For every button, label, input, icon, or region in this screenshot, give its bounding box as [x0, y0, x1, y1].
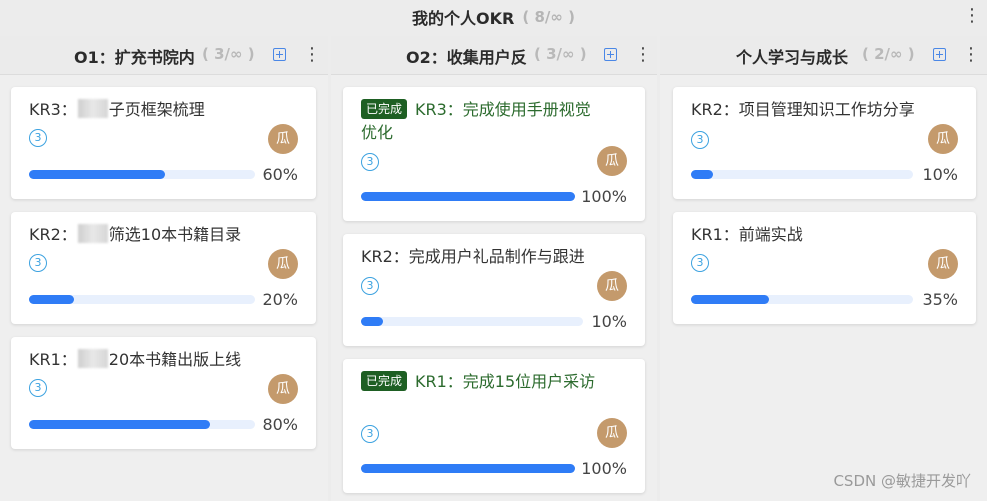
kr-card[interactable]: KR3： 子页框架梳理 3 瓜 60% — [11, 87, 316, 199]
kr-number-icon[interactable]: 3 — [29, 254, 47, 272]
avatar[interactable]: 瓜 — [268, 374, 298, 404]
column-count: ( 3/∞ ) — [534, 45, 587, 63]
kr-card[interactable]: KR1： 20本书籍出版上线 3 瓜 80% — [11, 337, 316, 449]
kr-card[interactable]: 已完成 KR3：完成使用手册视觉优化 3 瓜 100% — [343, 87, 645, 221]
add-kr-icon[interactable] — [933, 48, 946, 61]
kr-title: 已完成 KR1：完成15位用户采访 — [361, 370, 606, 393]
column-count: ( 2/∞ ) — [862, 45, 915, 63]
column-title: O2：收集用户反 — [406, 48, 527, 67]
progress-fill — [361, 192, 575, 201]
redacted-text — [77, 224, 108, 243]
kr-title: KR1： 20本书籍出版上线 — [29, 349, 242, 369]
progress-bar — [361, 192, 575, 201]
avatar[interactable]: 瓜 — [268, 249, 298, 279]
objective-column: O2：收集用户反 ( 3/∞ ) ⋮ 已完成 KR3：完成使用手册视觉优化 3 瓜… — [331, 36, 657, 501]
progress-fill — [29, 420, 210, 429]
watermark: CSDN @敏捷开发吖 — [833, 472, 971, 490]
kr-number-icon[interactable]: 3 — [29, 379, 47, 397]
kr-number-icon[interactable]: 3 — [361, 153, 379, 171]
avatar[interactable]: 瓜 — [268, 124, 298, 154]
avatar[interactable]: 瓜 — [928, 249, 958, 279]
column-title: 个人学习与成长 — [736, 48, 849, 67]
kr-card[interactable]: 已完成 KR1：完成15位用户采访 3 瓜 100% — [343, 359, 645, 493]
column-more-icon[interactable]: ⋮ — [303, 45, 321, 65]
progress-label: 60% — [262, 165, 298, 184]
progress-fill — [361, 317, 384, 326]
progress-label: 20% — [262, 290, 298, 309]
column-more-icon[interactable]: ⋮ — [634, 45, 652, 65]
avatar[interactable]: 瓜 — [597, 271, 627, 301]
completed-badge: 已完成 — [361, 99, 408, 119]
progress-label: 80% — [262, 415, 298, 434]
avatar[interactable]: 瓜 — [928, 124, 958, 154]
avatar[interactable]: 瓜 — [597, 146, 627, 176]
progress-bar — [29, 420, 255, 429]
kr-title: KR2：项目管理知识工作坊分享 — [691, 100, 915, 119]
kr-number-icon[interactable]: 3 — [361, 425, 379, 443]
completed-badge: 已完成 — [361, 371, 408, 391]
kr-title: KR3： 子页框架梳理 — [29, 99, 205, 119]
kr-card[interactable]: KR2：完成用户礼品制作与跟进 3 瓜 10% — [343, 234, 645, 346]
kr-card[interactable]: KR1：前端实战 3 瓜 35% — [673, 212, 976, 324]
column-count: ( 3/∞ ) — [202, 45, 255, 63]
column-header: 个人学习与成长 ( 2/∞ ) ⋮ — [660, 36, 987, 75]
kr-number-icon[interactable]: 3 — [691, 131, 709, 149]
kr-card[interactable]: KR2： 筛选10本书籍目录 3 瓜 20% — [11, 212, 316, 324]
objective-column: O1：扩充书院内 ( 3/∞ ) ⋮ KR3： 子页框架梳理 3 瓜 60% KR… — [0, 36, 328, 501]
progress-label: 10% — [591, 312, 627, 331]
kr-number-icon[interactable]: 3 — [691, 254, 709, 272]
progress-bar — [691, 295, 913, 304]
progress-label: 100% — [581, 459, 627, 478]
kr-number-icon[interactable]: 3 — [361, 277, 379, 295]
kr-title: KR2：完成用户礼品制作与跟进 — [361, 247, 585, 266]
column-title: O1：扩充书院内 — [74, 48, 195, 67]
progress-label: 10% — [922, 165, 958, 184]
progress-fill — [29, 170, 165, 179]
add-kr-icon[interactable] — [273, 48, 286, 61]
progress-label: 100% — [581, 187, 627, 206]
kr-title: KR1：前端实战 — [691, 225, 803, 244]
board-more-icon[interactable]: ⋮ — [963, 6, 981, 26]
column-header: O1：扩充书院内 ( 3/∞ ) ⋮ — [0, 36, 328, 75]
progress-fill — [29, 295, 75, 304]
avatar[interactable]: 瓜 — [597, 418, 627, 448]
kr-number-icon[interactable]: 3 — [29, 129, 47, 147]
progress-label: 35% — [922, 290, 958, 309]
column-more-icon[interactable]: ⋮ — [962, 45, 980, 65]
progress-fill — [691, 170, 714, 179]
kr-title: KR2： 筛选10本书籍目录 — [29, 224, 242, 244]
kr-card[interactable]: KR2：项目管理知识工作坊分享 3 瓜 10% — [673, 87, 976, 199]
redacted-text — [77, 349, 108, 368]
add-kr-icon[interactable] — [604, 48, 617, 61]
board-title: 我的个人OKR — [412, 9, 515, 28]
board-count: ( 8/∞ ) — [522, 8, 575, 26]
redacted-text — [77, 99, 108, 118]
progress-bar — [361, 464, 575, 473]
kr-title: 已完成 KR3：完成使用手册视觉优化 — [361, 99, 591, 142]
progress-fill — [691, 295, 769, 304]
progress-bar — [361, 317, 583, 326]
progress-fill — [361, 464, 575, 473]
progress-bar — [29, 295, 255, 304]
progress-bar — [29, 170, 255, 179]
column-header: O2：收集用户反 ( 3/∞ ) ⋮ — [331, 36, 657, 75]
board-header: 我的个人OKR ( 8/∞ ) ⋮ — [0, 0, 987, 34]
progress-bar — [691, 170, 913, 179]
okr-columns: O1：扩充书院内 ( 3/∞ ) ⋮ KR3： 子页框架梳理 3 瓜 60% KR… — [0, 36, 987, 501]
objective-column: 个人学习与成长 ( 2/∞ ) ⋮ KR2：项目管理知识工作坊分享 3 瓜 10… — [660, 36, 987, 501]
